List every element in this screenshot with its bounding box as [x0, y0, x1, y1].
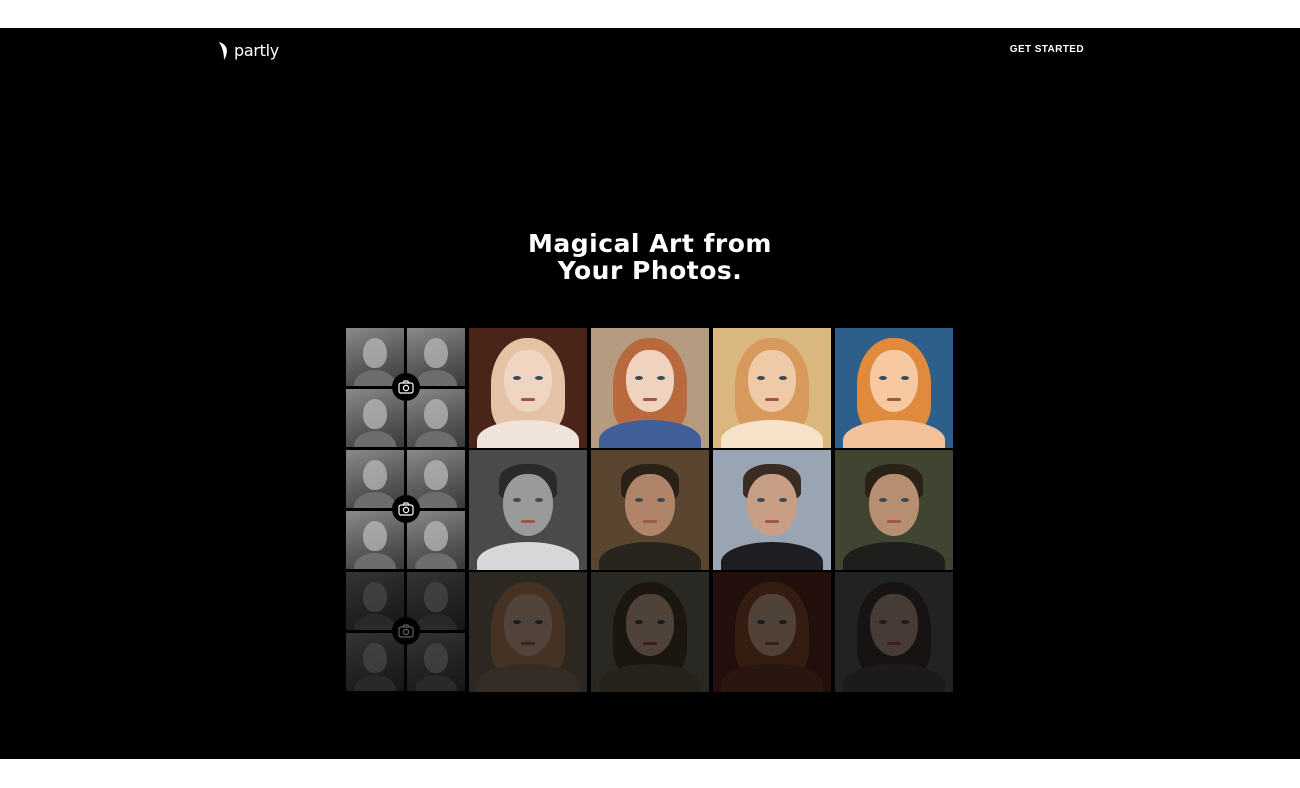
source-photos-mosaic: [346, 328, 466, 448]
source-photo: [346, 511, 404, 569]
camera-icon: [392, 495, 420, 523]
generated-portrait: [835, 572, 953, 692]
generated-portrait: [469, 450, 587, 570]
hero-title-line-1: Magical Art from: [528, 229, 772, 258]
generated-portrait: [469, 328, 587, 448]
generated-portrait: [713, 572, 831, 692]
source-photos-mosaic: [346, 450, 466, 570]
hero-title: Magical Art from Your Photos.: [0, 230, 1300, 284]
generated-portrait: [713, 450, 831, 570]
camera-icon: [392, 617, 420, 645]
logo-link[interactable]: partly: [218, 40, 279, 62]
source-photo: [407, 511, 465, 569]
page-viewport: partly GET STARTED Magical Art from Your…: [0, 28, 1300, 759]
gallery-row: [346, 450, 954, 570]
top-nav: partly GET STARTED: [0, 28, 1300, 76]
generated-portrait: [591, 450, 709, 570]
source-photo: [407, 389, 465, 447]
generated-portrait: [713, 328, 831, 448]
camera-icon: [392, 373, 420, 401]
generated-portrait: [835, 328, 953, 448]
source-photo: [346, 389, 404, 447]
generated-portrait: [835, 450, 953, 570]
generated-portrait: [591, 328, 709, 448]
portrait-gallery: [346, 328, 954, 692]
hero-title-line-2: Your Photos.: [557, 256, 743, 285]
gallery-row: [346, 328, 954, 448]
source-photo: [407, 633, 465, 691]
source-photos-mosaic: [346, 572, 466, 692]
generated-portrait: [591, 572, 709, 692]
leaf-icon: [219, 42, 227, 60]
logo-text: partly: [234, 41, 279, 60]
generated-portrait: [469, 572, 587, 692]
gallery-row: [346, 572, 954, 692]
source-photo: [346, 633, 404, 691]
get-started-button[interactable]: GET STARTED: [1010, 44, 1084, 55]
